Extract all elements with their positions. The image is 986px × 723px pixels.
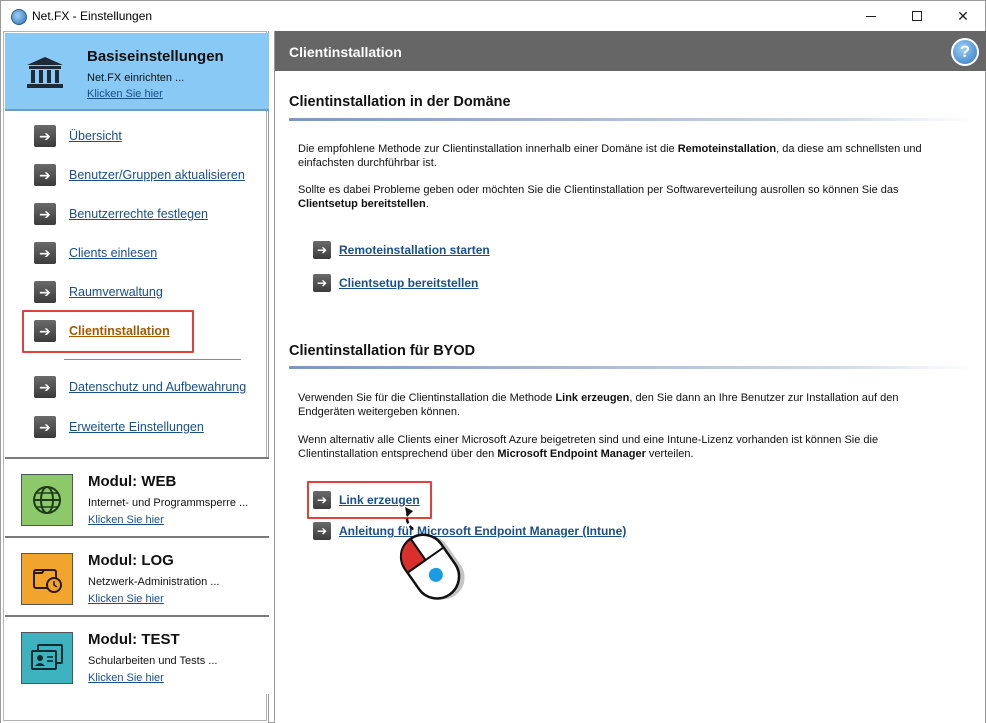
sidebar-item-uebersicht[interactable]: ➔ Übersicht: [34, 125, 122, 147]
sidebar-item-clients-einlesen[interactable]: ➔ Clients einlesen: [34, 242, 157, 264]
arrow-right-icon: ➔: [34, 242, 56, 264]
maximize-button[interactable]: [894, 1, 940, 31]
arrow-right-icon: ➔: [34, 281, 56, 303]
domain-section-title: Clientinstallation in der Domäne: [289, 94, 511, 110]
sidebar: Basiseinstellungen Net.FX einrichten ...…: [1, 31, 269, 723]
arrow-right-icon: ➔: [34, 416, 56, 438]
byod-section-title: Clientinstallation für BYOD: [289, 343, 476, 359]
section-divider: [289, 366, 973, 369]
domain-paragraph-1: Die empfohlene Methode zur Clientinstall…: [298, 143, 922, 169]
sidebar-item-datenschutz[interactable]: ➔ Datenschutz und Aufbewahrung: [34, 376, 246, 398]
sidebar-item-label[interactable]: Benutzerrechte festlegen: [69, 207, 208, 221]
sidebar-item-label[interactable]: Datenschutz und Aufbewahrung: [69, 380, 246, 394]
netfx-app-icon: [11, 9, 27, 25]
title-bar[interactable]: Net.FX - Einstellungen ✕: [1, 1, 985, 31]
module-subtitle: Internet- und Programmsperre ...: [88, 497, 249, 509]
module-subtitle: Netzwerk-Administration ...: [88, 576, 220, 588]
byod-paragraph-1: Verwenden Sie für die Clientinstallation…: [298, 392, 899, 418]
sidebar-item-raumverwaltung[interactable]: ➔ Raumverwaltung: [34, 281, 163, 303]
base-settings-title: Basiseinstellungen: [87, 48, 224, 65]
window-title: Net.FX - Einstellungen: [32, 9, 153, 23]
remoteinstallation-action[interactable]: ➔ Remoteinstallation starten: [313, 241, 490, 259]
sidebar-item-label[interactable]: Raumverwaltung: [69, 285, 163, 299]
module-title: Modul: WEB: [88, 473, 177, 490]
arrow-right-icon: ➔: [34, 376, 56, 398]
exam-cards-icon: [21, 632, 73, 684]
module-link[interactable]: Klicken Sie hier: [88, 672, 164, 684]
arrow-right-icon: ➔: [34, 164, 56, 186]
close-button[interactable]: ✕: [940, 1, 986, 31]
clientsetup-action[interactable]: ➔ Clientsetup bereitstellen: [313, 274, 478, 292]
app-window: Net.FX - Einstellungen ✕ Basiseinstellun…: [0, 0, 986, 723]
bank-icon: [27, 57, 63, 89]
module-log-panel[interactable]: Modul: LOG Netzwerk-Administration ... K…: [5, 536, 269, 615]
globe-icon: [21, 474, 73, 526]
byod-paragraph-2: Wenn alternativ alle Clients einer Micro…: [298, 434, 879, 460]
arrow-right-icon: ➔: [34, 320, 56, 342]
close-icon: ✕: [957, 7, 969, 24]
remoteinstallation-link[interactable]: Remoteinstallation starten: [339, 243, 490, 257]
arrow-right-icon: ➔: [313, 522, 331, 540]
sidebar-item-benutzer-gruppen[interactable]: ➔ Benutzer/Gruppen aktualisieren: [34, 164, 245, 186]
module-link[interactable]: Klicken Sie hier: [88, 514, 164, 526]
mouse-click-icon: [399, 507, 465, 600]
arrow-right-icon: ➔: [313, 241, 331, 259]
sidebar-item-label[interactable]: Benutzer/Gruppen aktualisieren: [69, 168, 245, 182]
main-header: Clientinstallation ?: [275, 31, 986, 71]
base-settings-panel[interactable]: Basiseinstellungen Net.FX einrichten ...…: [5, 33, 269, 111]
sidebar-item-label[interactable]: Erweiterte Einstellungen: [69, 420, 204, 434]
sidebar-item-erweiterte-einstellungen[interactable]: ➔ Erweiterte Einstellungen: [34, 416, 204, 438]
maximize-icon: [912, 11, 922, 21]
minimize-button[interactable]: [848, 1, 894, 31]
section-divider: [289, 118, 973, 121]
sidebar-frame: Basiseinstellungen Net.FX einrichten ...…: [3, 31, 269, 721]
sidebar-item-label[interactable]: Clientinstallation: [69, 324, 170, 338]
module-test-panel[interactable]: Modul: TEST Schularbeiten und Tests ... …: [5, 615, 269, 694]
sidebar-item-clientinstallation[interactable]: ➔ Clientinstallation: [34, 320, 170, 342]
clientsetup-link[interactable]: Clientsetup bereitstellen: [339, 276, 478, 290]
domain-paragraph-2: Sollte es dabei Probleme geben oder möch…: [298, 184, 899, 210]
module-subtitle: Schularbeiten und Tests ...: [88, 655, 218, 667]
minimize-icon: [866, 15, 876, 17]
module-title: Modul: TEST: [88, 631, 180, 648]
sidebar-divider: [64, 359, 241, 360]
page-title: Clientinstallation: [289, 44, 402, 60]
base-settings-link[interactable]: Klicken Sie hier: [87, 88, 163, 100]
arrow-right-icon: ➔: [34, 125, 56, 147]
arrow-right-icon: ➔: [34, 203, 56, 225]
sidebar-item-label[interactable]: Übersicht: [69, 129, 122, 143]
base-settings-subtitle: Net.FX einrichten ...: [87, 72, 185, 84]
folder-clock-icon: [21, 553, 73, 605]
sidebar-item-label[interactable]: Clients einlesen: [69, 246, 157, 260]
arrow-right-icon: ➔: [313, 491, 331, 509]
help-icon[interactable]: ?: [951, 38, 979, 66]
arrow-right-icon: ➔: [313, 274, 331, 292]
module-web-panel[interactable]: Modul: WEB Internet- und Programmsperre …: [5, 457, 269, 536]
module-link[interactable]: Klicken Sie hier: [88, 593, 164, 605]
sidebar-item-benutzerrechte[interactable]: ➔ Benutzerrechte festlegen: [34, 203, 208, 225]
module-title: Modul: LOG: [88, 552, 174, 569]
main-panel: Clientinstallation ? Clientinstallation …: [274, 31, 986, 723]
